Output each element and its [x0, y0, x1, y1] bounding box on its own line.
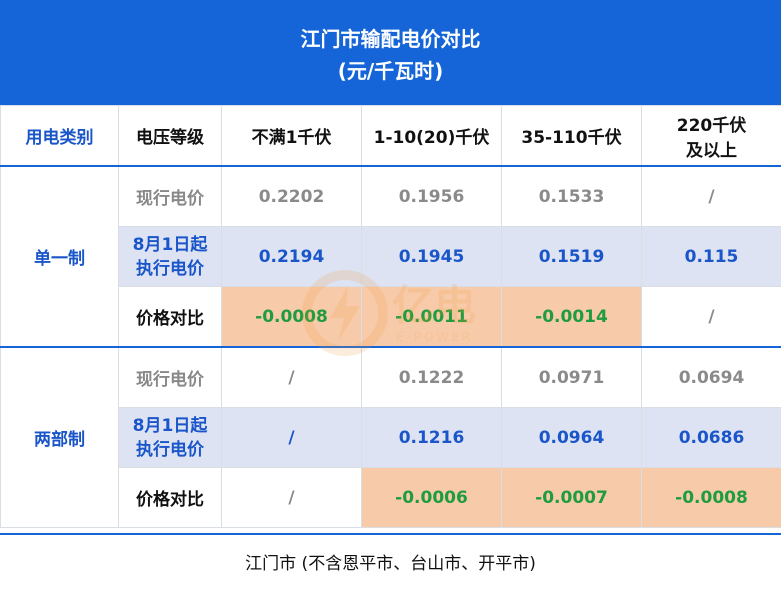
table-cell: /: [221, 346, 362, 408]
header-col1: 不满1千伏: [221, 105, 362, 167]
row-label: 价格对比: [118, 286, 222, 348]
table-cell: /: [641, 165, 781, 227]
row-label-line1: 8月1日起: [132, 415, 208, 436]
table-cell: -0.0007: [501, 467, 642, 528]
table-cell: /: [221, 407, 362, 468]
price-table: 用电类别 电压等级 不满1千伏 1-10(20)千伏 35-110千伏 220千…: [0, 105, 781, 528]
row-label-line1: 8月1日起: [132, 234, 208, 255]
table-row: 两部制 现行电价 / 0.1222 0.0971 0.0694: [0, 346, 781, 528]
table-row: 价格对比 -0.0008 -0.0011 -0.0014 /: [1, 286, 781, 348]
table-cell: 0.115: [641, 226, 781, 287]
table-cell: 0.1956: [361, 165, 502, 227]
table-row: 单一制 现行电价 0.2202 0.1956 0.1533 /: [0, 165, 781, 348]
table-cell: 0.2194: [221, 226, 362, 287]
table-cell: /: [641, 286, 781, 348]
table-cell: -0.0011: [361, 286, 502, 348]
title-bar: 江门市输配电价对比 (元/千瓦时): [0, 0, 781, 105]
table-cell: /: [221, 467, 362, 528]
table-cell: 0.1216: [361, 407, 502, 468]
row-label: 现行电价: [118, 165, 222, 227]
unit-subtitle: (元/千瓦时): [337, 59, 444, 83]
header-category: 用电类别: [0, 105, 119, 167]
header-col3: 35-110千伏: [501, 105, 642, 167]
page-title: 江门市输配电价对比: [300, 27, 481, 51]
row-label-line2: 执行电价: [136, 258, 204, 279]
header-voltage-level: 电压等级: [118, 105, 222, 167]
table-cell: 0.1519: [501, 226, 642, 287]
row-label-line2: 执行电价: [136, 439, 204, 460]
header-col4-line2: 及以上: [686, 140, 737, 161]
header-col4-line1: 220千伏: [676, 115, 747, 136]
table-cell: 0.1222: [361, 346, 502, 408]
table-row: 8月1日起执行电价 / 0.1216 0.0964 0.0686: [1, 407, 781, 468]
table-cell: 0.0686: [641, 407, 781, 468]
table-cell: 0.0971: [501, 346, 642, 408]
table-row: 价格对比 / -0.0006 -0.0007 -0.0008: [1, 467, 781, 528]
header-col4: 220千伏及以上: [641, 105, 781, 167]
row-label: 8月1日起执行电价: [118, 407, 222, 468]
table-cell: 0.2202: [221, 165, 362, 227]
header-col2: 1-10(20)千伏: [361, 105, 502, 167]
group-label-single: 单一制: [0, 165, 119, 348]
row-label: 8月1日起执行电价: [118, 226, 222, 287]
table-cell: -0.0008: [221, 286, 362, 348]
row-label: 现行电价: [118, 346, 222, 408]
table-cell: 0.1945: [361, 226, 502, 287]
table-header: 用电类别 电压等级 不满1千伏 1-10(20)千伏 35-110千伏 220千…: [0, 105, 781, 167]
table-cell: 0.1533: [501, 165, 642, 227]
table-cell: 0.0964: [501, 407, 642, 468]
footer-note: 江门市 (不含恩平市、台山市、开平市): [0, 533, 781, 595]
table-cell: -0.0006: [361, 467, 502, 528]
table-row: 8月1日起执行电价 0.2194 0.1945 0.1519 0.115: [1, 226, 781, 287]
row-label: 价格对比: [118, 467, 222, 528]
group-label-two-part: 两部制: [0, 346, 119, 528]
table-cell: -0.0008: [641, 467, 781, 528]
table-cell: -0.0014: [501, 286, 642, 348]
table-cell: 0.0694: [641, 346, 781, 408]
